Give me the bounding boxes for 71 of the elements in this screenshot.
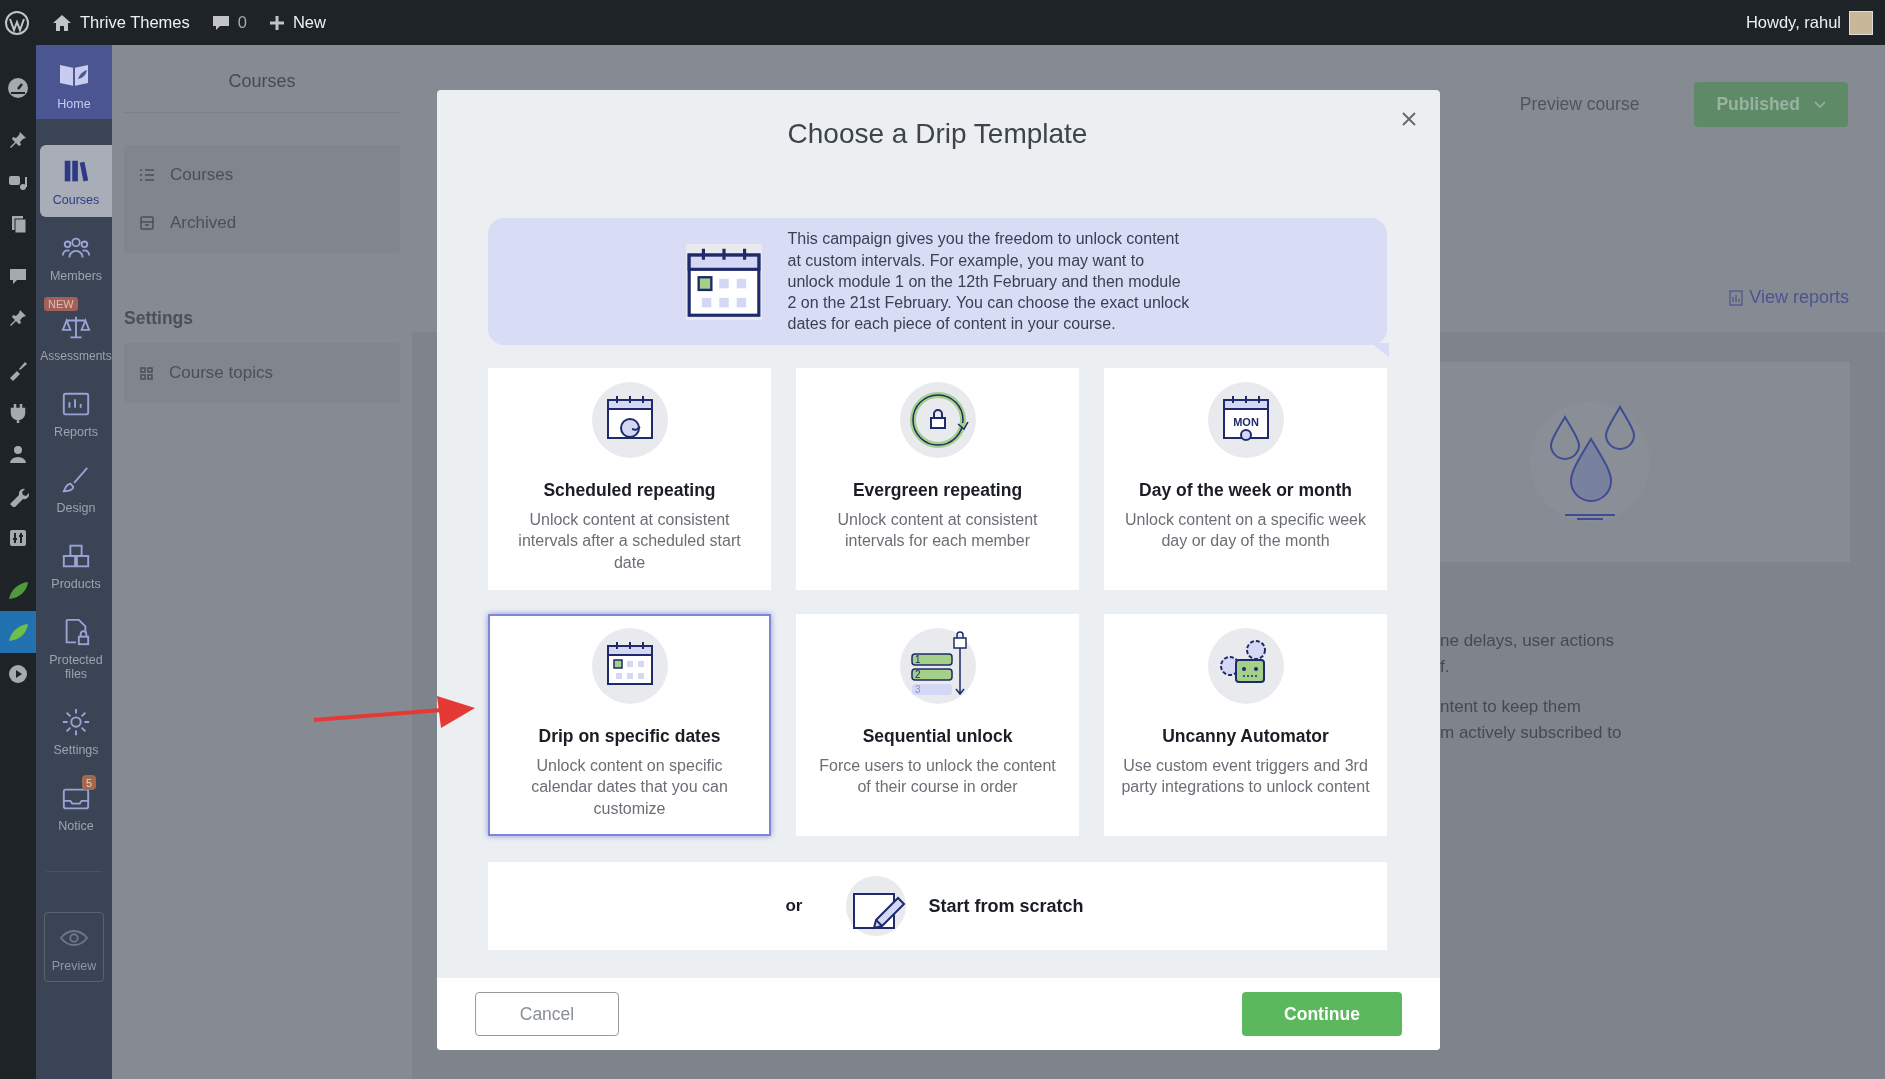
template-title: Scheduled repeating [543,480,716,501]
dialog-title: Choose a Drip Template [786,117,1089,151]
numbered-list-icon: 1 2 3 [897,626,978,706]
start-from-scratch-button[interactable]: Start from scratch [838,875,1090,937]
text-fragment: f. [1440,656,1451,678]
template-card[interactable]: Scheduled repeating Unlock content at consistent intervals after a scheduled start date [488,368,771,590]
sliders-icon [7,527,29,549]
cancel-button[interactable]: Cancel [475,992,619,1036]
lock-cycle-icon [897,380,978,460]
template-description: Unlock content at consistent intervals after a scheduled start date [517,510,742,573]
comment-icon[interactable] [211,13,230,32]
template-description: Unlock content on a specific week day or day of the month [1124,510,1367,552]
sidebar-item[interactable]: Members [40,221,112,293]
play-icon [7,663,29,685]
user-icon [7,443,29,465]
template-card[interactable]: 1 2 3 Sequential unlock Force users to unlock the content of their course in order [796,614,1079,836]
template-description: Unlock content on specific calendar dates that you can customize [530,756,729,819]
sidebar-item[interactable]: 5 Notice [40,771,112,843]
section-heading: Settings [124,308,195,329]
brush-icon [61,465,91,495]
wordpress-logo-icon[interactable] [4,9,30,36]
new-badge: NEW [44,297,78,311]
report-icon [1729,289,1744,306]
or-label: or [785,896,803,916]
template-title: Uncanny Automator [1162,726,1329,747]
template-description: Use custom event triggers and 3rd party integrations to unlock content [1120,756,1371,798]
sidebar-item[interactable]: Courses [40,145,112,217]
sidebar-item[interactable]: Design [40,453,112,525]
view-reports-link[interactable]: View reports [1729,287,1849,308]
sidebar-item[interactable]: Reports [40,377,112,449]
site-name-link[interactable]: Thrive Themes [80,13,190,32]
calendar-icon [685,243,762,320]
grid-icon [140,366,153,380]
sidebar-item[interactable]: Home [36,45,112,119]
template-title: Evergreen repeating [852,480,1023,501]
calendar-icon: MON [1205,380,1286,460]
text-fragment: ntent to keep them [1440,696,1582,718]
calendar-icon [589,626,670,706]
template-card[interactable]: Drip on specific dates Unlock content on specific calendar dates that you can customize [488,614,771,836]
text-fragment: ne delays, user actions [1440,630,1615,652]
greeting-link[interactable]: Howdy, rahul [1745,13,1841,32]
gauge-icon [7,77,29,99]
template-card[interactable]: MON Day of the week or month Unlock content on a specific week day or day of the month [1104,368,1387,590]
template-card[interactable]: Evergreen repeating Unlock content at consistent intervals for each member [796,368,1079,590]
info-text: This campaign gives you the freedom to unlock content at custom intervals. For example, you may want to unlock module 1 on the 12th February and then module 2 on the 21st February. You can choose the exact unlock dates for each piece of content in your course. [787,229,1190,335]
sidebar-item[interactable]: Products [40,529,112,601]
sidebar-item[interactable]: Protected files [40,605,112,691]
template-title: Sequential unlock [862,726,1013,747]
text-fragment: m actively subscribed to [1440,722,1623,744]
count-badge: 5 [82,775,96,790]
leaf-icon [7,621,29,643]
new-link[interactable]: New [292,13,326,32]
calendar-repeat-icon [589,380,670,460]
continue-button[interactable]: Continue [1242,992,1402,1036]
plus-icon[interactable] [268,14,285,31]
sidebar-item[interactable]: Settings [40,695,112,767]
list-icon [140,169,154,181]
sidebar-item[interactable]: NEW Assessments [40,297,112,373]
template-description: Unlock content at consistent intervals for each member [836,510,1039,552]
avatar-placeholder[interactable] [1849,10,1873,35]
leaf-icon [7,579,29,601]
template-title: Day of the week or month [1139,480,1352,501]
template-card[interactable]: Uncanny Automator Use custom event triggers and 3rd party integrations to unlock content [1104,614,1387,836]
archive-icon [140,216,154,230]
home-icon[interactable] [52,13,72,32]
close-icon [1402,112,1416,126]
template-description: Force users to unlock the content of their course in order [818,756,1057,798]
panel-title: Courses [124,45,400,113]
template-title: Drip on specific dates [538,726,721,747]
caret-icon [1814,100,1826,109]
comment-count[interactable]: 0 [237,13,247,32]
